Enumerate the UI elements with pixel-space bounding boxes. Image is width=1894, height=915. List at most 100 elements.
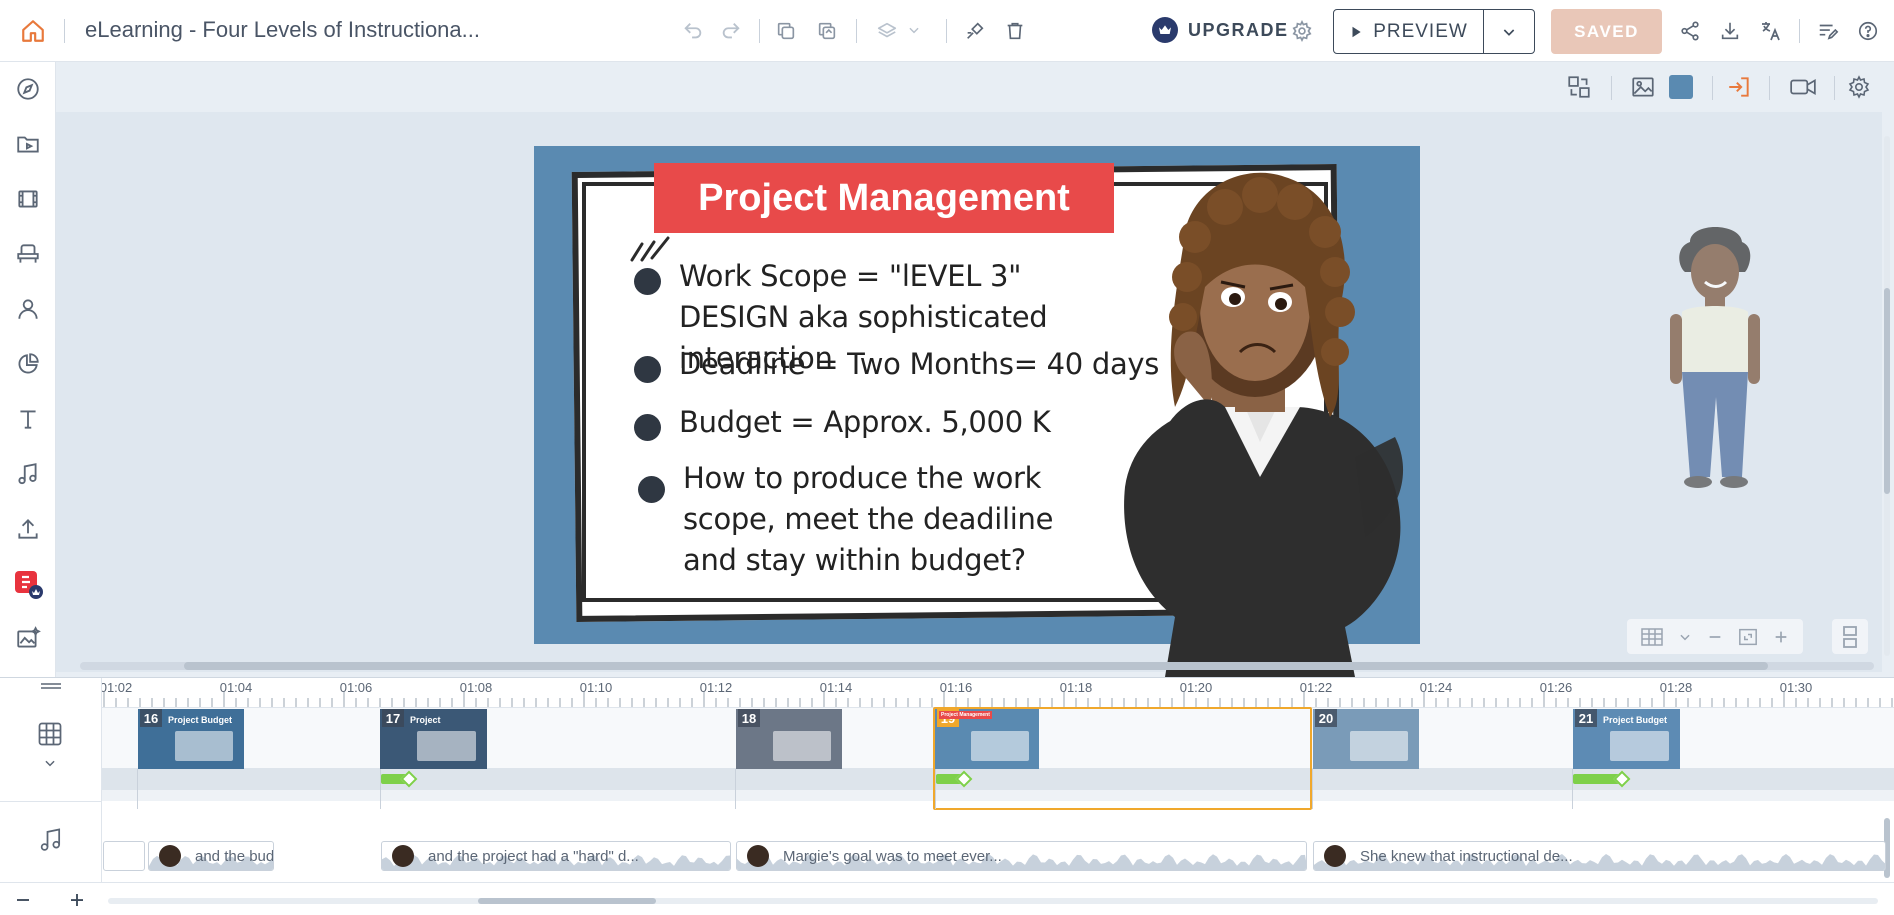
ruler-tick-label: 01:04 [219, 680, 253, 695]
share-icon[interactable] [1677, 18, 1703, 44]
resize-handle-icon[interactable] [40, 682, 62, 692]
media-folder-icon[interactable] [13, 129, 43, 159]
timeline-ruler[interactable]: 01:02 01:04 01:06 01:08 01:10 01:12 01:14 01:16… [102, 678, 1894, 708]
bullet-text: How to produce the work scope, meet the … [683, 461, 1054, 577]
audio-track-icon[interactable] [37, 826, 65, 854]
plugin-app-icon[interactable] [13, 569, 43, 599]
enter-transition-icon[interactable] [1724, 72, 1754, 102]
preview-main[interactable]: PREVIEW [1334, 10, 1484, 53]
timeline-horizontal-scrollbar[interactable] [108, 898, 1878, 904]
background-image-icon[interactable] [1628, 72, 1658, 102]
chevron-down-icon[interactable] [1678, 630, 1692, 644]
scene-thumbnail[interactable]: 20 [1313, 709, 1419, 769]
scene-settings-gear-icon[interactable] [1844, 72, 1874, 102]
selected-scene-outline[interactable] [933, 707, 1312, 810]
help-icon[interactable] [1855, 18, 1881, 44]
ruler-tick-label: 01:26 [1539, 680, 1573, 695]
panel-toggle-icon[interactable] [1832, 619, 1868, 654]
music-note-icon[interactable] [13, 459, 43, 489]
stage-horizontal-scrollbar[interactable] [80, 662, 1874, 670]
top-bar: eLearning - Four Levels of Instructiona.… [0, 0, 1894, 62]
scene-thumb-content [773, 731, 832, 761]
audio-clip[interactable]: and the project had a "hard" d... [381, 841, 731, 871]
scenes-track-icon[interactable] [36, 720, 64, 748]
notes-edit-icon[interactable] [1815, 18, 1841, 44]
copy-icon[interactable] [773, 18, 799, 44]
compass-icon[interactable] [13, 74, 43, 104]
divider [64, 19, 65, 43]
ruler-tick-label: 01:16 [939, 680, 973, 695]
audio-clip[interactable] [103, 841, 145, 871]
stage-vertical-scrollbar[interactable] [1884, 136, 1890, 656]
character-man-offstage[interactable] [1660, 222, 1770, 492]
characters-person-icon[interactable] [13, 294, 43, 324]
scene-number: 16 [140, 709, 162, 727]
preview-button[interactable]: PREVIEW [1333, 9, 1535, 54]
upgrade-label: UPGRADE [1188, 19, 1289, 40]
ruler-tick-label: 01:20 [1179, 680, 1213, 695]
fit-screen-icon[interactable] [1738, 628, 1758, 646]
project-title[interactable]: eLearning - Four Levels of Instructiona.… [85, 17, 480, 43]
chevron-down-icon[interactable] [43, 756, 57, 770]
scene-thumbnail[interactable]: 21 Project Budget [1573, 709, 1680, 769]
scene-thumb-content [1350, 731, 1409, 761]
upgrade-button[interactable]: UPGRADE [1152, 17, 1289, 43]
undo-icon[interactable] [680, 18, 706, 44]
character-businesswoman[interactable] [1095, 157, 1415, 677]
scrollbar-thumb[interactable] [478, 898, 656, 904]
slide-title[interactable]: Project Management [654, 163, 1114, 233]
scene-thumbnail[interactable]: 16 Project Budget [138, 709, 244, 769]
divider [0, 801, 102, 802]
audio-clip-label: She knew that instructional de... [1360, 847, 1573, 865]
format-painter-icon[interactable] [962, 18, 988, 44]
voice-avatar [159, 845, 181, 867]
timeline-zoom-in-icon[interactable] [68, 891, 86, 909]
image-effects-icon[interactable] [13, 624, 43, 654]
scene-boundary [735, 769, 736, 809]
scene-thumb-content [175, 731, 234, 761]
download-icon[interactable] [1717, 18, 1743, 44]
scene-thumbnail[interactable]: 17 Project [380, 709, 487, 769]
camera-video-icon[interactable] [1788, 72, 1818, 102]
scene-thumbnail[interactable]: 18 [736, 709, 842, 769]
audio-clip[interactable]: She knew that instructional de... [1313, 841, 1886, 871]
swap-scene-icon[interactable] [1564, 72, 1594, 102]
chevron-down-icon[interactable] [904, 20, 924, 40]
scene-thumb-title: Project [410, 715, 441, 725]
divider [1834, 76, 1835, 100]
trash-icon[interactable] [1002, 18, 1028, 44]
background-color-swatch[interactable] [1668, 74, 1694, 100]
scrollbar-thumb[interactable] [184, 662, 1768, 670]
scene-boundary [935, 769, 936, 809]
scenes-film-icon[interactable] [13, 184, 43, 214]
zoom-out-icon[interactable] [1707, 629, 1723, 645]
upload-icon[interactable] [13, 514, 43, 544]
timeline-zoom-out-icon[interactable] [14, 891, 32, 909]
home-icon[interactable] [18, 16, 48, 46]
bullet-item[interactable]: How to produce the work scope, meet the … [638, 458, 1098, 581]
duplicate-icon[interactable] [814, 18, 840, 44]
scrollbar-thumb[interactable] [1884, 288, 1890, 494]
props-chair-icon[interactable] [13, 239, 43, 269]
ruler-tick-label: 01:10 [579, 680, 613, 695]
bullet-text: Deadline = Two Months= 40 days [679, 347, 1160, 381]
preview-options-dropdown[interactable] [1484, 24, 1534, 40]
text-icon[interactable] [13, 404, 43, 434]
scene-number: 21 [1575, 709, 1597, 727]
left-sidebar [0, 62, 56, 678]
layers-icon[interactable] [874, 18, 900, 44]
bullet-dot [634, 268, 661, 295]
settings-gear-icon[interactable] [1288, 17, 1316, 45]
saved-button[interactable]: SAVED [1551, 9, 1662, 54]
chevron-down-icon [1503, 28, 1515, 36]
audio-clip[interactable]: Margie's goal was to meet ever... [736, 841, 1307, 871]
ruler-tick-label: 01:06 [339, 680, 373, 695]
redo-icon[interactable] [718, 18, 744, 44]
zoom-in-icon[interactable] [1773, 629, 1789, 645]
bullet-dot [638, 476, 665, 503]
scene-boundary [1312, 769, 1313, 809]
audio-clip[interactable]: and the bud [148, 841, 274, 871]
translate-icon[interactable] [1758, 18, 1784, 44]
charts-pie-icon[interactable] [13, 349, 43, 379]
grid-icon[interactable] [1640, 627, 1663, 646]
